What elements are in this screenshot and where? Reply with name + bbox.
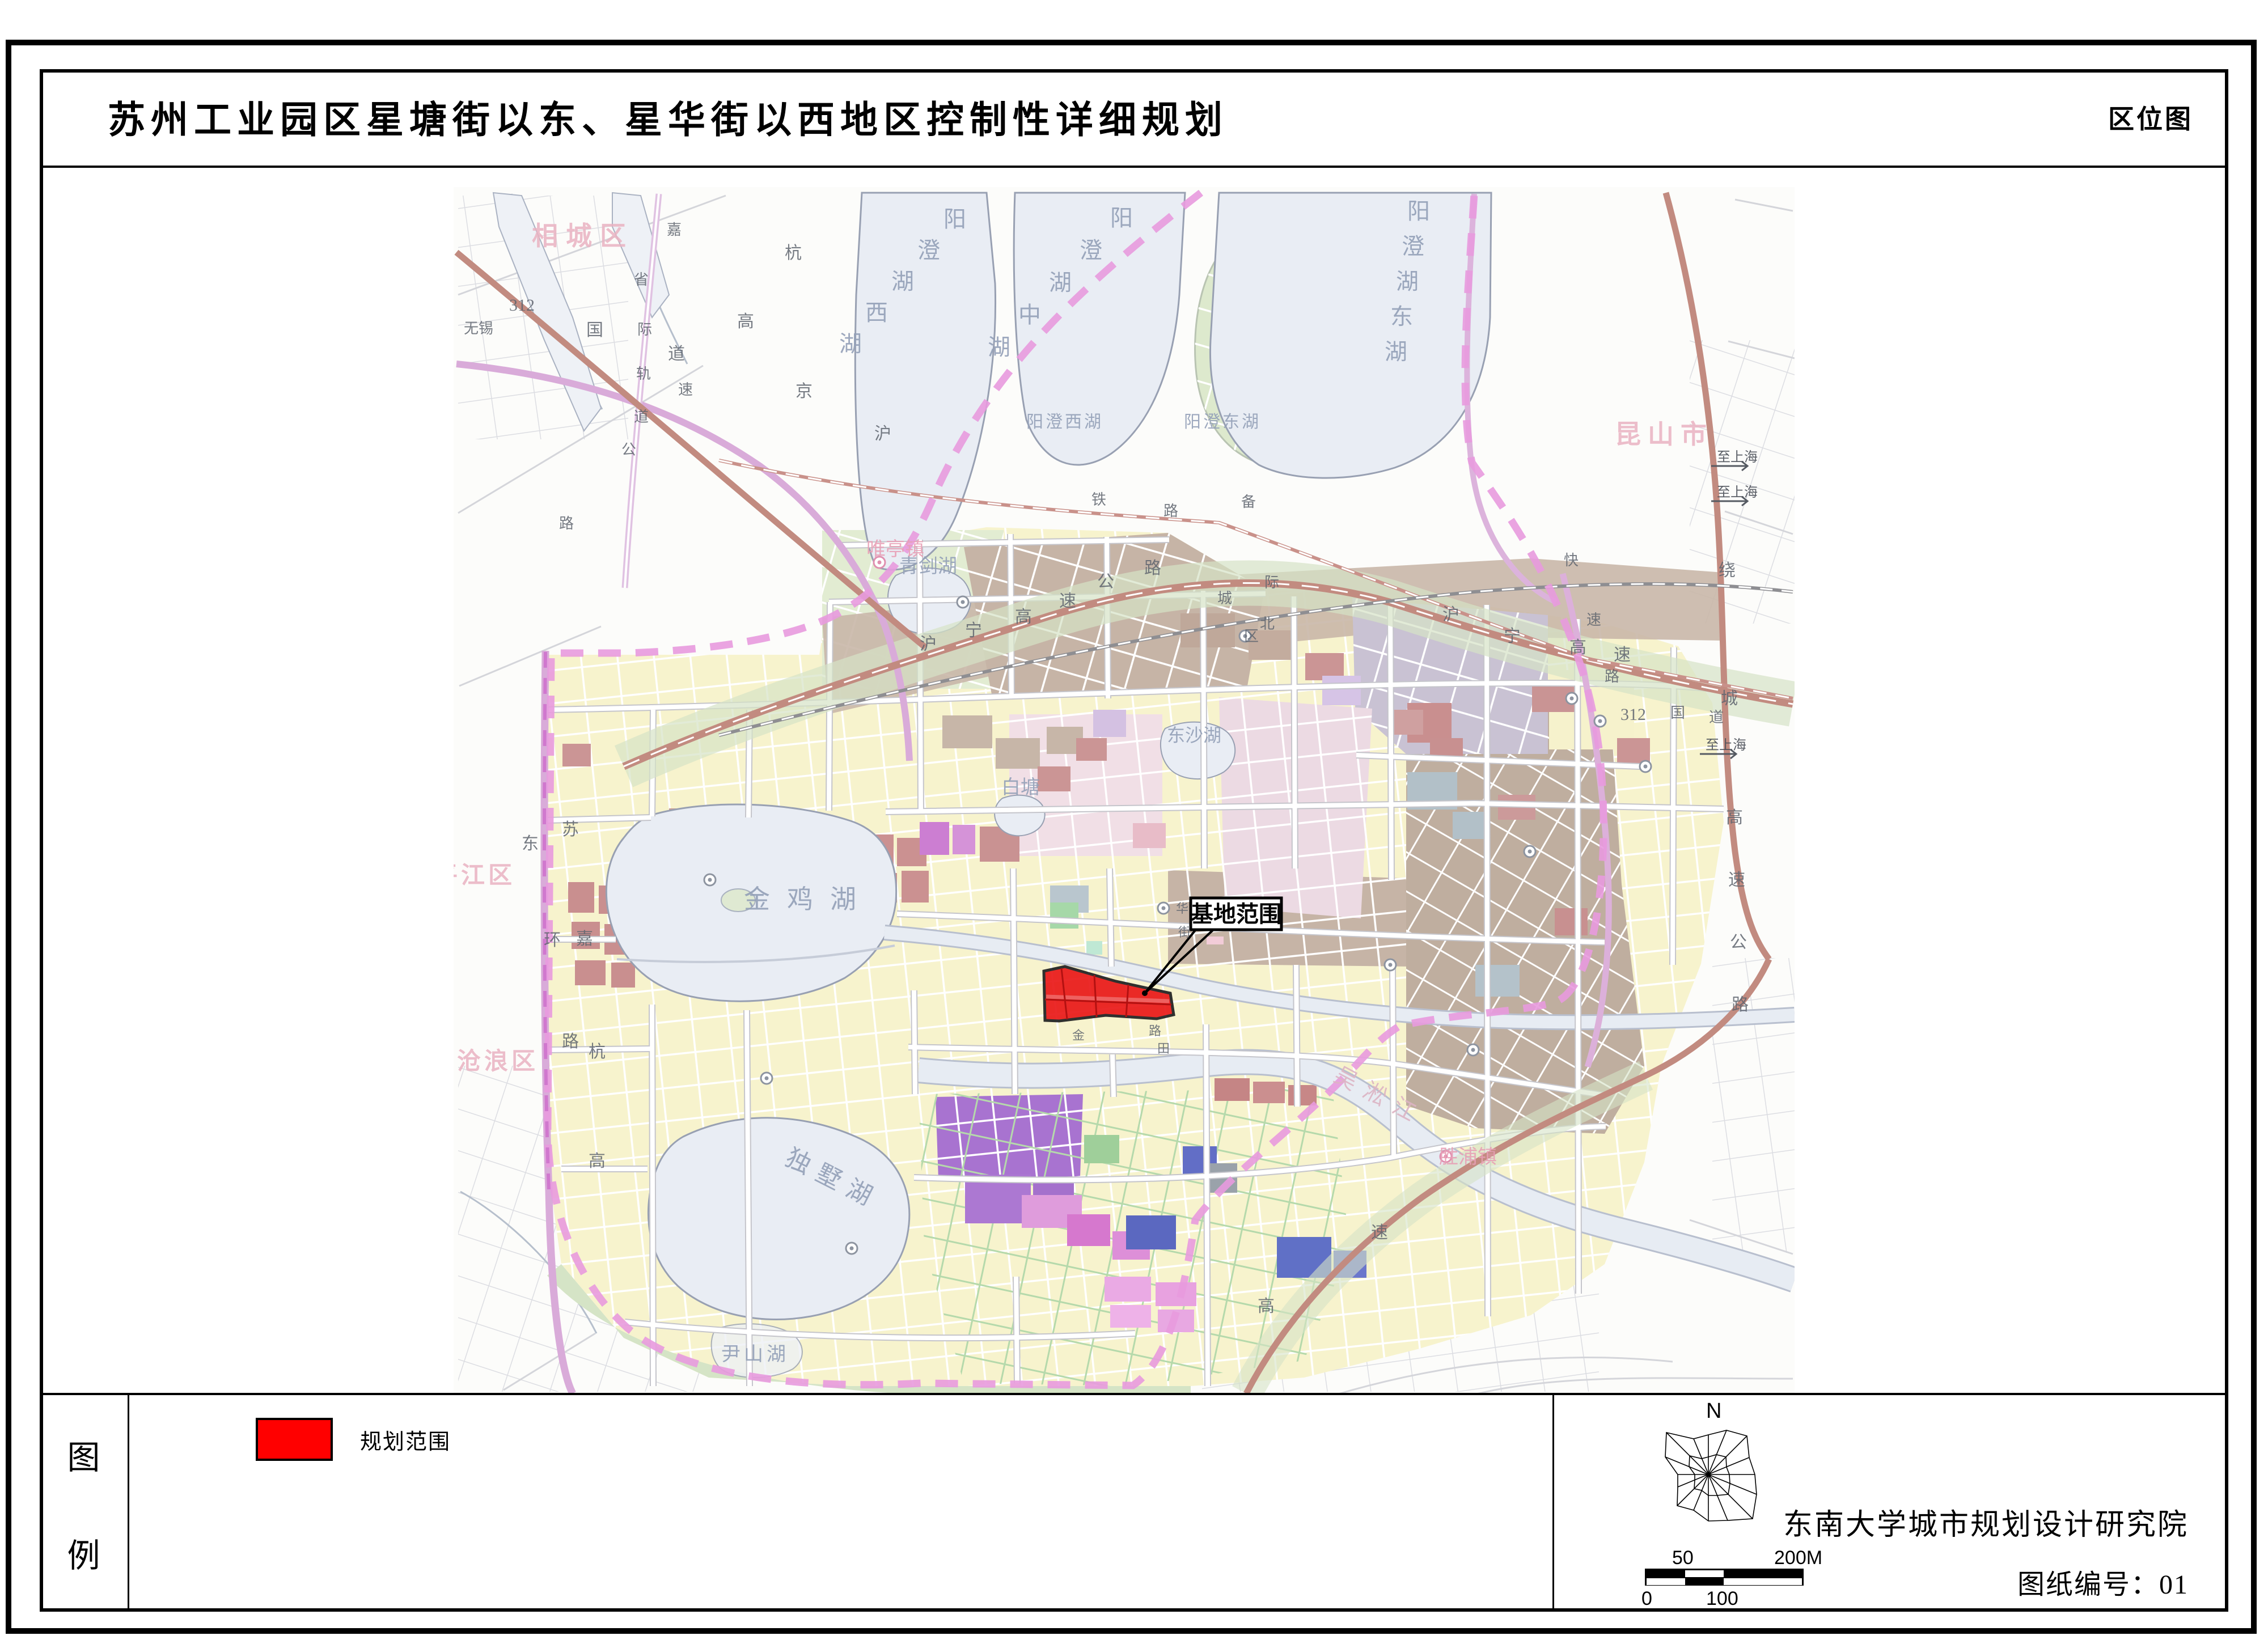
map-label: 速 (678, 382, 693, 398)
map-label: 相城区 (532, 222, 634, 251)
legend-item: 规划范围 (256, 1418, 451, 1461)
legend-label: 规划范围 (360, 1424, 451, 1455)
map-label: 至上海 (1717, 450, 1758, 465)
map-label: 路 (1605, 668, 1619, 685)
map-label: 阳澄西湖 (1026, 413, 1103, 431)
map-label: 高 (737, 312, 754, 331)
map-label: 铁 (1091, 491, 1106, 508)
map-label: 公 (1730, 933, 1747, 952)
map-label: 东 (522, 834, 539, 853)
map-label: 至上海 (1717, 485, 1758, 500)
plan-sheet: 苏州工业园区星塘街以东、星华街以西地区控制性详细规划 区位图 (0, 0, 2268, 1644)
map-label: 嘉 (667, 222, 682, 238)
legend-swatch (256, 1418, 333, 1461)
map-label: 道 (668, 345, 685, 363)
map-label: 区 (1244, 628, 1259, 645)
map-label: 环 (544, 931, 561, 950)
title-bar: 苏州工业园区星塘街以东、星华街以西地区控制性详细规划 区位图 (40, 69, 2228, 168)
location-map: 基地范围 相城区昆山市平江区沧浪区唯亭镇胜浦镇吴淞江金鸡湖独墅湖尹山湖青剑湖白塘… (454, 187, 1795, 1395)
map-label: 北 (1260, 616, 1275, 632)
map-label: 际 (637, 321, 652, 338)
map-label: 路 (562, 1032, 579, 1051)
bottom-band: 图例 规划范围 N 东南大学城市规划设计研究院 图纸编号：01 50200M (40, 1393, 2228, 1612)
map-label: 沪 (874, 425, 891, 443)
legend-header: 图例 (40, 1395, 129, 1612)
map-label: 高 (589, 1152, 606, 1171)
map-label: 嘉 (576, 930, 593, 948)
north-label: N (1706, 1399, 1721, 1423)
map-label: 昆山市 (1615, 420, 1713, 449)
map-label: 至上海 (1706, 738, 1746, 753)
map-label: 国 (586, 321, 603, 340)
callout-label: 基地范围 (1191, 901, 1281, 927)
map-label: 沧浪区 (457, 1048, 539, 1075)
map-label: 速 (1586, 612, 1601, 628)
map-label: 田 (1157, 1041, 1170, 1056)
map-label: 杭 (589, 1043, 606, 1061)
map-label: 高 (1258, 1297, 1275, 1316)
map-label: 快 (1564, 552, 1579, 569)
map-label: 轨 (636, 366, 651, 382)
map-label: 备 (1241, 494, 1256, 510)
map-label: 国 (1670, 705, 1685, 721)
map-label: 路 (559, 515, 574, 532)
map-label: 华 (1176, 901, 1188, 916)
map-label: 高 (1015, 608, 1032, 626)
map-label: 京 (796, 382, 813, 401)
map-label: 高 (1569, 638, 1586, 657)
legend-items: 规划范围 (129, 1395, 1552, 1612)
map-label: 平江区 (454, 862, 515, 889)
map-label: 速 (1728, 871, 1745, 889)
corner-label: 区位图 (2108, 99, 2193, 136)
map-label: 际 (1264, 574, 1279, 591)
map-label: 沪 (1442, 605, 1459, 624)
map-label: 沪 (920, 635, 937, 654)
map-label: 路 (1732, 995, 1749, 1014)
map-label: 金鸡湖 (744, 885, 873, 914)
map-label: 公 (1097, 573, 1114, 591)
map-label: 道 (1709, 709, 1724, 726)
map-label: 公 (621, 442, 636, 458)
institute-name: 东南大学城市规划设计研究院 (1783, 1501, 2189, 1543)
map-label: 道 (634, 409, 649, 425)
map-label: 金 (1072, 1028, 1085, 1043)
map-label: 尹山湖 (721, 1344, 789, 1365)
map-label: 省 (634, 272, 649, 288)
map-label: 白塘 (1001, 777, 1040, 798)
map-label: 苏 (562, 820, 579, 839)
map-label: 速 (1614, 646, 1631, 664)
sheet-number: 图纸编号：01 (2017, 1562, 2189, 1601)
map-label: 胜浦镇 (1439, 1146, 1497, 1168)
wind-rose (1665, 1430, 1757, 1521)
scalebar: 50200M 0100 (1645, 1547, 1809, 1615)
map-label: 宁 (965, 621, 982, 640)
map-label: 东沙湖 (1167, 725, 1221, 745)
map-label: 城 (1217, 590, 1232, 607)
map-label: 速 (1371, 1223, 1388, 1242)
map-label: 路 (1144, 559, 1161, 578)
titleblock: N 东南大学城市规划设计研究院 图纸编号：01 50200M (1552, 1395, 2228, 1612)
map-label: 绕 (1719, 561, 1736, 580)
north-arrow: N (1634, 1395, 1792, 1544)
map-label: 路 (1149, 1024, 1161, 1038)
map-label: 杭 (785, 244, 802, 262)
map-label: 宁 (1504, 627, 1521, 646)
page-title: 苏州工业园区星塘街以东、星华街以西地区控制性详细规划 (108, 90, 1228, 144)
map-label: 城 (1721, 689, 1738, 708)
map-label: 312 (1620, 705, 1646, 724)
map-label: 路 (1163, 503, 1178, 519)
map-label: 青剑湖 (899, 556, 957, 577)
map-label: 街 (1178, 925, 1191, 939)
map-label: 高 (1726, 808, 1743, 827)
map-label: 阳澄东湖 (1184, 413, 1261, 431)
map-label: 速 (1059, 592, 1076, 611)
map-label: 312 (509, 296, 535, 315)
map-label: 无锡 (464, 320, 493, 337)
